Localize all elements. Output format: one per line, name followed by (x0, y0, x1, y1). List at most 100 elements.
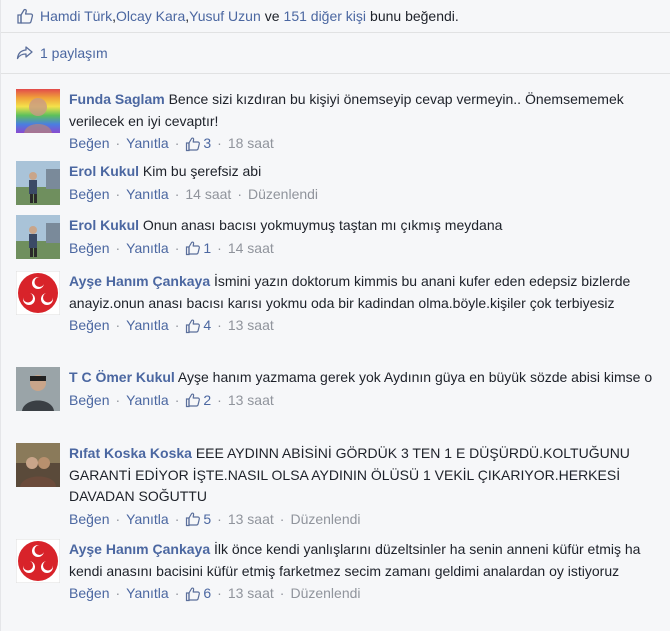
comment-text: Kim bu şerefsiz abi (142, 163, 262, 179)
comment-actions: Beğen · Yanıtla · 1 · 14 saat (69, 238, 662, 259)
share-icon (16, 46, 33, 60)
thumbs-up-icon (186, 393, 201, 408)
thumbs-up-icon (186, 512, 201, 527)
comment-like-count[interactable]: 3 (185, 133, 211, 154)
comment-content: Erol Kukul Kim bu şerefsiz abi (69, 161, 662, 183)
comment-timestamp[interactable]: 13 saat (228, 390, 274, 411)
commenter-name[interactable]: Erol Kukul (69, 163, 139, 179)
comment-content: Ayşe Hanım Çankaya İlk önce kendi yanlış… (69, 539, 662, 582)
comment-content: Rıfat Koska Koska EEE AYDINN ABİSİNİ GÖR… (69, 443, 662, 508)
like-comment-link[interactable]: Beğen (69, 184, 109, 205)
meta-separator: · (217, 391, 222, 408)
reply-link[interactable]: Yanıtla (126, 315, 169, 336)
comment-body: Ayşe Hanım Çankaya İsmini yazın doktorum… (69, 271, 662, 336)
reply-link[interactable]: Yanıtla (126, 184, 169, 205)
like-count-value: 1 (203, 239, 212, 256)
comment-timestamp[interactable]: 13 saat (228, 583, 274, 604)
reply-link[interactable]: Yanıtla (126, 238, 169, 259)
like-comment-link[interactable]: Beğen (69, 133, 109, 154)
commenter-name[interactable]: Rıfat Koska Koska (69, 445, 192, 461)
comment-timestamp[interactable]: 18 saat (228, 133, 274, 154)
like-count-value: 4 (203, 317, 212, 333)
comment-actions: Beğen · Yanıtla · 2 · 13 saat (69, 390, 662, 411)
reply-link[interactable]: Yanıtla (126, 583, 169, 604)
meta-separator: · (279, 510, 285, 527)
avatar[interactable] (16, 443, 60, 487)
comment-body: Rıfat Koska Koska EEE AYDINN ABİSİNİ GÖR… (69, 443, 662, 530)
comment-like-count[interactable]: 6 (185, 583, 211, 604)
reply-link[interactable]: Yanıtla (126, 133, 169, 154)
commenter-name[interactable]: Ayşe Hanım Çankaya (69, 273, 210, 289)
comment-body: Ayşe Hanım Çankaya İlk önce kendi yanlış… (69, 539, 662, 604)
comment-text: Ayşe hanım yazmama gerek yok Aydının güy… (177, 369, 653, 385)
like-comment-link[interactable]: Beğen (69, 509, 109, 530)
thumbs-up-icon (186, 241, 201, 256)
thumbs-up-icon (186, 586, 201, 601)
avatar[interactable] (16, 367, 60, 411)
comment-like-count[interactable]: 1 (185, 238, 211, 259)
meta-separator: · (237, 185, 242, 202)
like-count-value: 3 (203, 135, 212, 151)
avatar[interactable] (16, 215, 60, 259)
comment-timestamp[interactable]: 13 saat (228, 315, 274, 336)
thumbs-up-icon (17, 8, 34, 24)
like-comment-link[interactable]: Beğen (69, 315, 109, 336)
avatar[interactable] (16, 539, 60, 583)
comment-actions: Beğen · Yanıtla · 14 saat · Düzenlendi (69, 184, 662, 205)
comment-timestamp[interactable]: 14 saat (228, 238, 274, 259)
meta-separator: · (217, 317, 222, 333)
like-comment-link[interactable]: Beğen (69, 583, 109, 604)
meta-separator: · (174, 317, 180, 333)
like-count-value: 6 (203, 585, 212, 601)
meta-separator: · (115, 317, 121, 333)
comment-like-count[interactable]: 5 (185, 509, 211, 530)
meta-separator: · (174, 185, 180, 202)
shares-count: 1 paylaşım (40, 45, 108, 61)
reply-link[interactable]: Yanıtla (126, 509, 169, 530)
meta-separator: · (115, 391, 121, 408)
meta-separator: · (174, 391, 180, 408)
reply-link[interactable]: Yanıtla (126, 390, 169, 411)
liker-link[interactable]: Yusuf Uzun (189, 8, 261, 24)
avatar[interactable] (16, 161, 60, 205)
comment-actions: Beğen · Yanıtla · 4 · 13 saat (69, 315, 662, 336)
avatar[interactable] (16, 271, 60, 315)
shares-summary[interactable]: 1 paylaşım (1, 33, 670, 74)
comment-like-count[interactable]: 4 (185, 315, 211, 336)
meta-separator: · (174, 239, 180, 256)
comment-actions: Beğen · Yanıtla · 3 · 18 saat (69, 133, 662, 154)
comment-timestamp[interactable]: 14 saat (185, 184, 231, 205)
commenter-name[interactable]: Funda Saglam (69, 91, 165, 107)
like-comment-link[interactable]: Beğen (69, 390, 109, 411)
commenter-name[interactable]: Erol Kukul (69, 217, 139, 233)
meta-separator: · (115, 510, 121, 527)
meta-separator: · (115, 585, 121, 601)
comment-like-count[interactable]: 2 (185, 390, 211, 411)
thumbs-up-icon (186, 136, 201, 151)
commenter-name[interactable]: T C Ömer Kukul (69, 369, 175, 385)
comment-content: Erol Kukul Onun anası bacısı yokmuymuş t… (69, 215, 662, 237)
meta-separator: · (115, 135, 121, 151)
like-count-value: 2 (203, 391, 212, 408)
comments-panel: Hamdi Türk, Olcay Kara, Yusuf Uzun ve 15… (0, 0, 670, 631)
meta-separator: · (217, 585, 222, 601)
likes-summary: Hamdi Türk, Olcay Kara, Yusuf Uzun ve 15… (1, 0, 670, 33)
comment-content: Ayşe Hanım Çankaya İsmini yazın doktorum… (69, 271, 662, 314)
edited-label[interactable]: Düzenlendi (290, 509, 360, 530)
comment-actions: Beğen · Yanıtla · 5 · 13 saat · Düzenlendi (69, 509, 662, 530)
comment-content: T C Ömer Kukul Ayşe hanım yazmama gerek … (69, 367, 662, 389)
other-likers-link[interactable]: 151 diğer kişi (284, 8, 367, 24)
like-comment-link[interactable]: Beğen (69, 238, 109, 259)
like-count-value: 5 (203, 510, 212, 527)
avatar[interactable] (16, 89, 60, 133)
liker-link[interactable]: Hamdi Türk (40, 8, 112, 24)
meta-separator: · (174, 510, 180, 527)
commenter-name[interactable]: Ayşe Hanım Çankaya (69, 541, 210, 557)
comment-timestamp[interactable]: 13 saat (228, 509, 274, 530)
edited-label[interactable]: Düzenlendi (290, 583, 360, 604)
comment-body: Erol Kukul Kim bu şerefsiz abi Beğen · Yanı… (69, 161, 662, 205)
meta-separator: · (279, 585, 285, 601)
liker-link[interactable]: Olcay Kara (116, 8, 185, 24)
edited-label[interactable]: Düzenlendi (248, 184, 318, 205)
comment-text: Onun anası bacısı yokmuymuş taştan mı çı… (142, 217, 503, 233)
